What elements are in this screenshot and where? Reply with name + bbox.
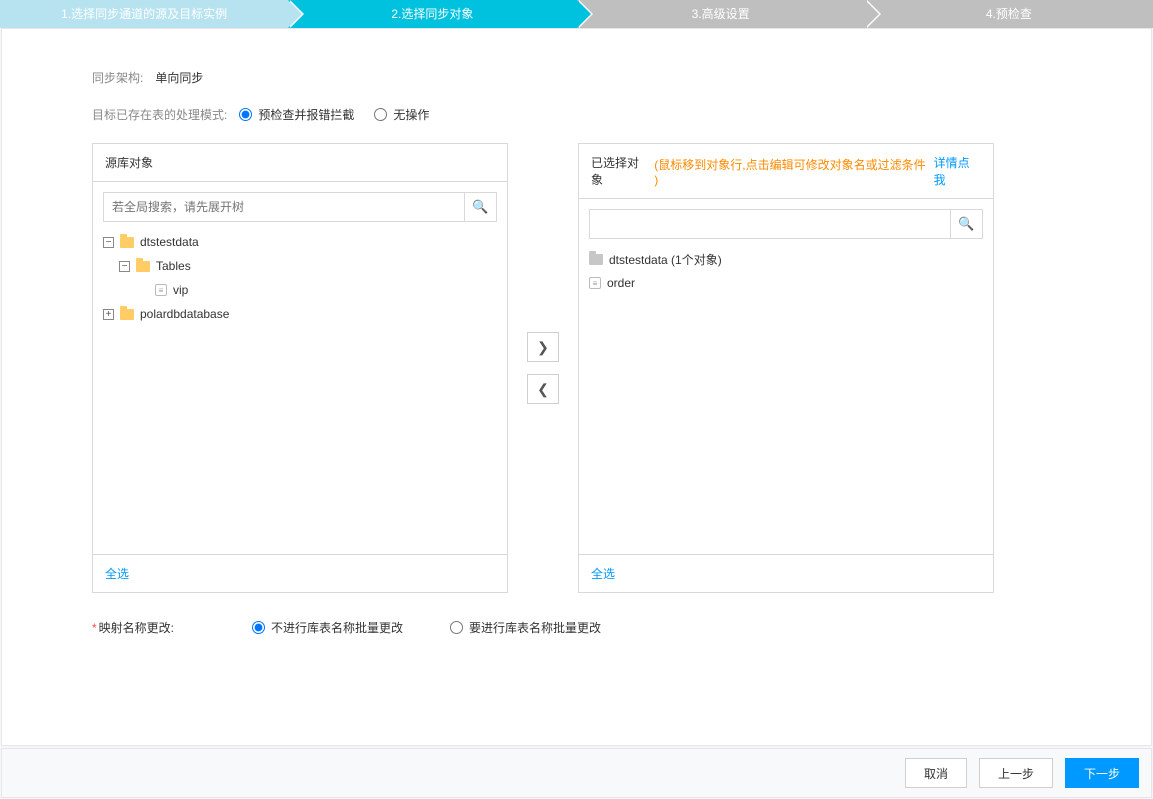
table-icon: ≡ (589, 277, 601, 289)
table-icon: ≡ (155, 284, 167, 296)
target-hint-link[interactable]: 详情点我 (934, 154, 981, 188)
target-search-input[interactable] (590, 210, 950, 238)
target-box-body: 🔍 dtstestdata (1个对象) ≡ order (579, 199, 993, 554)
tree-label: Tables (156, 259, 191, 273)
tree-node-group-tables[interactable]: − Tables (103, 254, 497, 278)
source-box-title: 源库对象 (105, 154, 153, 171)
tree-label: order (607, 276, 635, 290)
target-box-title: 已选择对象 (591, 154, 650, 188)
config-panel: 同步架构: 单向同步 目标已存在表的处理模式: 预检查并报错拦截 无操作 源库对… (1, 28, 1152, 746)
tree-label: vip (173, 283, 188, 297)
radio-label: 无操作 (393, 106, 429, 123)
transfer-arrows: ❯ ❮ (508, 143, 578, 593)
next-button[interactable]: 下一步 (1065, 758, 1139, 788)
existing-mode-option-1[interactable]: 无操作 (374, 106, 429, 123)
source-search: 🔍 (103, 192, 497, 222)
radio-no-rename[interactable] (252, 621, 265, 634)
mapping-row: *映射名称更改: 不进行库表名称批量更改 要进行库表名称批量更改 (92, 619, 1061, 636)
source-search-input[interactable] (104, 193, 464, 221)
move-right-button[interactable]: ❯ (527, 332, 559, 362)
mapping-option-1[interactable]: 要进行库表名称批量更改 (450, 619, 601, 636)
existing-mode-label: 目标已存在表的处理模式: (92, 106, 227, 123)
mapping-option-0[interactable]: 不进行库表名称批量更改 (252, 619, 430, 636)
search-button[interactable]: 🔍 (464, 193, 496, 221)
mapping-label: *映射名称更改: (92, 619, 252, 636)
target-search: 🔍 (589, 209, 983, 239)
step-label: 3.高级设置 (692, 7, 750, 21)
select-all-link[interactable]: 全选 (105, 567, 129, 581)
target-hint: (鼠标移到对象行,点击编辑可修改对象名或过滤条件 ) (654, 156, 929, 187)
select-all-link[interactable]: 全选 (591, 567, 615, 581)
existing-mode-row: 目标已存在表的处理模式: 预检查并报错拦截 无操作 (92, 106, 1061, 123)
tree-node-db-dtstestdata[interactable]: − dtstestdata (103, 230, 497, 254)
tree-label: dtstestdata (1个对象) (609, 251, 722, 268)
move-left-button[interactable]: ❮ (527, 374, 559, 404)
radio-label: 要进行库表名称批量更改 (469, 619, 601, 636)
step-label: 1.选择同步通道的源及目标实例 (61, 7, 227, 21)
search-icon: 🔍 (958, 216, 974, 232)
source-objects-box: 源库对象 🔍 − dtstestdata − (92, 143, 508, 593)
search-button[interactable]: 🔍 (950, 210, 982, 238)
tree-label: polardbdatabase (140, 307, 229, 321)
tree-node-db-polardb[interactable]: + polardbdatabase (103, 302, 497, 326)
radio-noop[interactable] (374, 108, 387, 121)
sync-arch-row: 同步架构: 单向同步 (92, 69, 1061, 86)
collapse-icon[interactable]: − (103, 237, 114, 248)
collapse-icon[interactable]: − (119, 261, 130, 272)
source-box-footer: 全选 (93, 554, 507, 592)
sync-arch-label: 同步架构: (92, 69, 143, 86)
existing-mode-option-0[interactable]: 预检查并报错拦截 (239, 106, 354, 123)
target-box-header: 已选择对象 (鼠标移到对象行,点击编辑可修改对象名或过滤条件 ) 详情点我 (579, 144, 993, 199)
radio-label: 预检查并报错拦截 (258, 106, 354, 123)
step-1[interactable]: 1.选择同步通道的源及目标实例 (0, 0, 288, 28)
sync-arch-value: 单向同步 (155, 69, 203, 86)
folder-icon (589, 254, 603, 265)
prev-button[interactable]: 上一步 (979, 758, 1053, 788)
step-label: 4.预检查 (986, 7, 1032, 21)
folder-icon (136, 261, 150, 272)
step-2[interactable]: 2.选择同步对象 (288, 0, 576, 28)
target-item-db[interactable]: dtstestdata (1个对象) (589, 247, 983, 271)
folder-icon (120, 237, 134, 248)
step-label: 2.选择同步对象 (391, 7, 473, 21)
step-4[interactable]: 4.预检查 (865, 0, 1153, 28)
selected-objects-box: 已选择对象 (鼠标移到对象行,点击编辑可修改对象名或过滤条件 ) 详情点我 🔍 … (578, 143, 994, 593)
radio-precheck[interactable] (239, 108, 252, 121)
tree-node-table-vip[interactable]: ≡ vip (103, 278, 497, 302)
target-item-table[interactable]: ≡ order (589, 271, 983, 295)
step-3[interactable]: 3.高级设置 (577, 0, 865, 28)
object-transfer: 源库对象 🔍 − dtstestdata − (92, 143, 1061, 593)
tree-label: dtstestdata (140, 235, 199, 249)
required-asterisk: * (92, 621, 97, 635)
source-tree: − dtstestdata − Tables ≡ vip (103, 230, 497, 326)
cancel-button[interactable]: 取消 (905, 758, 967, 788)
target-list: dtstestdata (1个对象) ≡ order (589, 247, 983, 295)
search-icon: 🔍 (472, 199, 488, 215)
radio-label: 不进行库表名称批量更改 (271, 619, 403, 636)
wizard-steps: 1.选择同步通道的源及目标实例 2.选择同步对象 3.高级设置 4.预检查 (0, 0, 1153, 28)
source-box-header: 源库对象 (93, 144, 507, 182)
target-box-footer: 全选 (579, 554, 993, 592)
folder-icon (120, 309, 134, 320)
source-box-body: 🔍 − dtstestdata − Tables (93, 182, 507, 554)
footer-bar: 取消 上一步 下一步 (1, 748, 1152, 798)
expand-icon[interactable]: + (103, 309, 114, 320)
radio-do-rename[interactable] (450, 621, 463, 634)
